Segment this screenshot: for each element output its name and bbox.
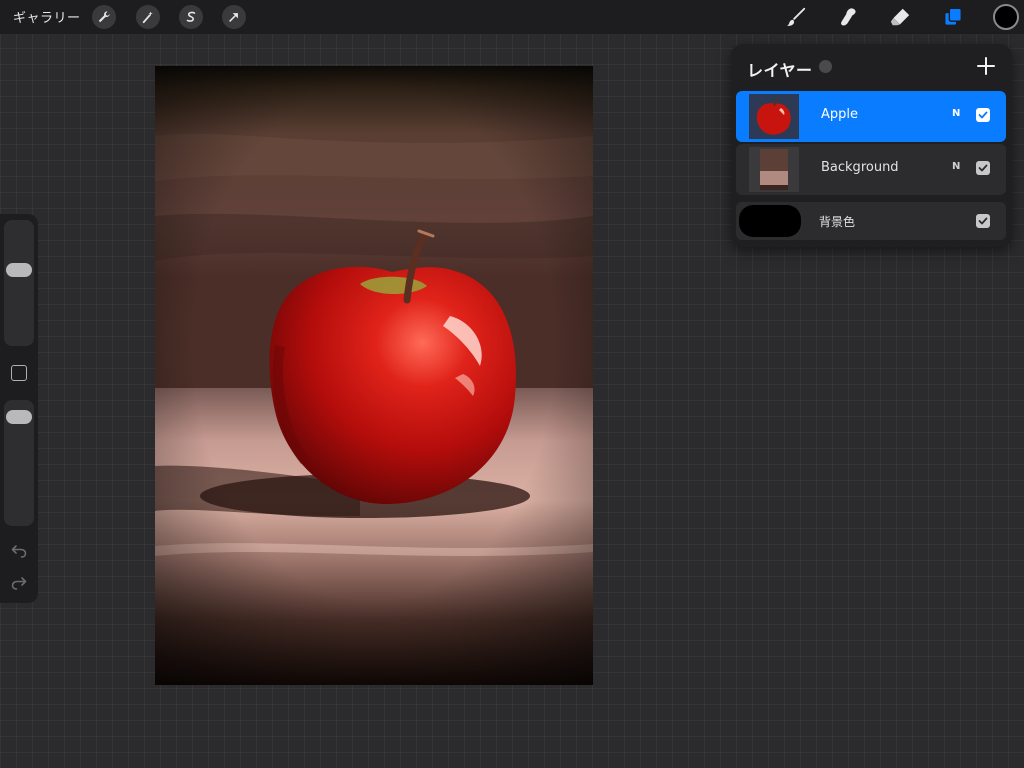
selection-icon[interactable] [179,5,203,29]
brush-size-slider-thumb[interactable] [6,263,32,277]
modify-button[interactable] [11,365,27,381]
brush-icon[interactable] [783,5,809,29]
layers-icon[interactable] [940,5,966,29]
background-color-label: 背景色 [819,215,856,229]
layer-row-background[interactable]: Background N [736,144,1006,195]
redo-icon[interactable] [9,574,29,592]
checkmark-icon [978,111,988,119]
transform-arrow-icon[interactable] [222,5,246,29]
layers-panel: レイヤー Apple N Background N 背景色 [731,44,1012,247]
left-sidebar [0,214,38,603]
wrench-icon-glyph [98,11,110,23]
background-color-swatch[interactable] [739,205,801,237]
undo-icon-glyph [11,545,27,558]
checkmark-icon [978,164,988,172]
opacity-slider[interactable] [4,400,34,526]
chevron-down-icon[interactable] [819,60,832,73]
color-swatch-button[interactable] [993,4,1019,30]
gallery-button[interactable]: ギャラリー [13,7,81,26]
layer-thumbnail-background [749,147,799,192]
smudge-icon[interactable] [835,5,861,29]
blend-mode-background[interactable]: N [952,161,960,172]
background-color-row[interactable]: 背景色 [736,202,1006,240]
opacity-slider-thumb[interactable] [6,410,32,424]
apple-painting [155,66,593,685]
plus-icon[interactable] [974,54,998,78]
layer-row-apple[interactable]: Apple N [736,91,1006,142]
eraser-icon-glyph [890,8,910,26]
smudge-icon-glyph [841,8,856,26]
selection-icon-glyph [186,11,196,22]
blend-mode-apple[interactable]: N [952,108,960,119]
redo-icon-glyph [11,577,27,590]
top-toolbar: ギャラリー [0,0,1024,34]
background-thumbnail-icon [749,147,799,192]
layer-name-apple: Apple [821,107,859,122]
apple-thumbnail-icon [749,94,799,139]
wrench-icon[interactable] [92,5,116,29]
layer-visibility-checkbox-apple[interactable] [976,108,990,122]
brush-icon-glyph [787,7,806,26]
background-visibility-checkbox[interactable] [976,214,990,228]
checkmark-icon [978,217,988,225]
artwork-canvas[interactable] [155,66,593,685]
eraser-icon[interactable] [887,5,913,29]
layer-visibility-checkbox-background[interactable] [976,161,990,175]
layers-icon-glyph [944,7,962,26]
magic-wand-icon-glyph [142,11,153,24]
undo-icon[interactable] [9,542,29,560]
layer-name-background: Background [821,160,899,175]
plus-icon-glyph [977,57,995,75]
magic-wand-icon[interactable] [136,5,160,29]
layers-panel-title: レイヤー [747,61,813,80]
layer-thumbnail-apple [749,94,799,139]
transform-arrow-icon-glyph [229,13,238,22]
procreate-app: ギャラリー レイヤー Apple N Background N 背景色 [0,0,1024,768]
brush-size-slider[interactable] [4,220,34,346]
